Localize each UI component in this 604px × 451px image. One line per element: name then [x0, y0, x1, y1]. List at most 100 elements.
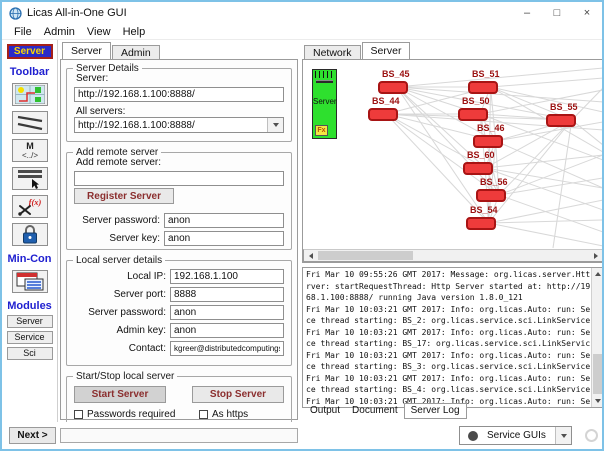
links-icon[interactable] — [11, 111, 48, 134]
graph-node-BS_60[interactable]: BS_60 — [463, 150, 495, 175]
scroll-down-icon[interactable] — [592, 395, 602, 407]
min-console-icon[interactable] — [11, 270, 48, 293]
local-details-title: Local server details — [73, 255, 166, 266]
window-title: Licas All-in-One GUI — [27, 7, 127, 19]
menu-admin[interactable]: Admin — [38, 26, 81, 38]
tab-server-log[interactable]: Server Log — [403, 403, 467, 419]
graph-node-BS_45[interactable]: BS_45 — [378, 69, 410, 94]
server-key-label: Server key: — [109, 233, 160, 244]
passwords-required-checkbox[interactable] — [74, 410, 83, 419]
graph-node-BS_55[interactable]: BS_55 — [546, 102, 578, 127]
bottom-bar: Next > Service GUIs — [2, 422, 602, 449]
add-remote-title: Add remote server — [73, 147, 162, 158]
menu-help[interactable]: Help — [117, 26, 152, 38]
as-https-label: As https — [212, 409, 249, 420]
tab-document[interactable]: Document — [346, 404, 404, 417]
tab-network-server[interactable]: Server — [361, 42, 411, 59]
as-https-checkbox[interactable] — [199, 410, 208, 419]
graph-node-BS_50[interactable]: BS_50 — [458, 96, 490, 121]
graph-node-label: BS_55 — [549, 102, 578, 112]
all-servers-value: http://192.168.1.100:8888/ — [78, 119, 195, 131]
list-select-icon[interactable] — [11, 167, 48, 190]
add-remote-label: Add remote server: — [76, 157, 162, 168]
scroll-up-icon[interactable] — [592, 268, 602, 280]
app-globe-icon — [9, 6, 22, 20]
start-stop-title: Start/Stop local server — [73, 371, 178, 382]
chevron-down-icon[interactable] — [555, 427, 571, 444]
service-guis-label: Service GUIs — [487, 430, 546, 441]
network-server-panel: Network Server BS_45 BS_51 BS_44 BS_50 BS_55… — [302, 42, 602, 420]
next-button[interactable]: Next > — [9, 427, 56, 444]
module-sci-button[interactable]: Sci — [6, 347, 53, 360]
log-line: rver: startRequestThread: Http Server st… — [306, 281, 590, 291]
graph-nodes: BS_45 BS_51 BS_44 BS_50 BS_55 BS_46 BS_60 BS_56… — [303, 60, 602, 249]
bottom-status-field[interactable] — [60, 428, 298, 443]
server-password-label: Server password: — [82, 215, 160, 226]
server-node-ticks — [315, 71, 334, 78]
graph-node-label: BS_45 — [381, 69, 410, 79]
log-lines[interactable]: Fri Mar 10 09:55:26 GMT 2017: Message: o… — [306, 269, 590, 406]
network-graph-canvas[interactable]: BS_45 BS_51 BS_44 BS_50 BS_55 BS_46 BS_60 BS_56… — [303, 60, 602, 249]
server-node-label: Server — [313, 97, 337, 106]
local-ip-label: Local IP: — [127, 271, 166, 282]
log-line: Fri Mar 10 10:03:21 GMT 2017: Info: org.… — [306, 373, 590, 383]
module-server-button[interactable]: Server — [6, 315, 53, 328]
server-node-slot — [316, 80, 333, 83]
graph-node-BS_54[interactable]: BS_54 — [466, 205, 498, 230]
module-service-button[interactable]: Service — [6, 331, 53, 344]
function-tools-icon[interactable]: f(x) — [11, 195, 48, 218]
server-admin-panel: Server Admin Server Details Server: All … — [60, 42, 298, 428]
local-ip-input[interactable] — [170, 269, 284, 284]
server-form: Server Details Server: All servers: http… — [60, 59, 298, 428]
scroll-left-icon[interactable] — [304, 250, 317, 261]
scrollbar-thumb[interactable] — [593, 354, 602, 394]
stop-server-button[interactable]: Stop Server — [192, 386, 284, 403]
graph-node-BS_46[interactable]: BS_46 — [473, 123, 505, 148]
start-server-button[interactable]: Start Server — [74, 386, 166, 403]
graph-horizontal-scrollbar[interactable] — [303, 249, 602, 262]
log-line: Fri Mar 10 10:03:21 GMT 2017: Info: org.… — [306, 304, 590, 314]
server-password-input[interactable] — [164, 213, 284, 228]
server-port-input[interactable] — [170, 287, 284, 302]
network-server-tabs: Network Server — [302, 42, 602, 59]
log-line: Fri Mar 10 10:03:21 GMT 2017: Info: org.… — [306, 327, 590, 337]
service-guis-dropdown[interactable]: Service GUIs — [459, 426, 572, 445]
fx-badge[interactable]: Fx — [315, 125, 328, 136]
log-vertical-scrollbar[interactable] — [591, 268, 602, 407]
scrollbar-thumb[interactable] — [318, 251, 413, 260]
add-remote-server-group: Add remote server Add remote server: Reg… — [66, 147, 292, 250]
chevron-down-icon[interactable] — [267, 118, 283, 132]
menu-view[interactable]: View — [81, 26, 117, 38]
graph-node-label: BS_60 — [466, 150, 495, 160]
maximize-icon[interactable]: □ — [542, 2, 572, 24]
tab-admin[interactable]: Admin — [111, 45, 160, 59]
register-server-button[interactable]: Register Server — [74, 188, 174, 204]
graph-node-BS_44[interactable]: BS_44 — [368, 96, 400, 121]
local-password-input[interactable] — [170, 305, 284, 320]
admin-key-input[interactable] — [170, 323, 284, 338]
menu-bar: File Admin View Help — [2, 24, 602, 40]
tab-server[interactable]: Server — [62, 42, 111, 59]
sidebar-server-button[interactable]: Server — [6, 44, 53, 59]
tab-network[interactable]: Network — [304, 45, 361, 59]
server-node[interactable]: Server Fx — [312, 69, 337, 139]
add-remote-input[interactable] — [74, 171, 284, 186]
graph-node-BS_56[interactable]: BS_56 — [476, 177, 508, 202]
menu-file[interactable]: File — [8, 26, 38, 38]
server-key-input[interactable] — [164, 231, 284, 246]
modules-heading: Modules — [7, 300, 52, 312]
metadata-xml-icon[interactable]: M <../> — [11, 139, 48, 162]
toolbar-heading: Toolbar — [9, 66, 50, 78]
all-servers-dropdown[interactable]: http://192.168.1.100:8888/ — [74, 117, 284, 133]
all-servers-label: All servers: — [76, 106, 126, 117]
contact-input[interactable] — [170, 341, 284, 356]
network-map-icon[interactable] — [11, 83, 48, 106]
server-url-field[interactable] — [74, 87, 284, 102]
lock-icon[interactable] — [11, 223, 48, 246]
close-icon[interactable]: × — [572, 2, 602, 24]
minimize-icon[interactable]: – — [512, 2, 542, 24]
graph-node-BS_51[interactable]: BS_51 — [468, 69, 500, 94]
server-label: Server: — [76, 73, 109, 84]
tab-output[interactable]: Output — [304, 404, 346, 417]
scroll-right-icon[interactable] — [589, 250, 602, 261]
